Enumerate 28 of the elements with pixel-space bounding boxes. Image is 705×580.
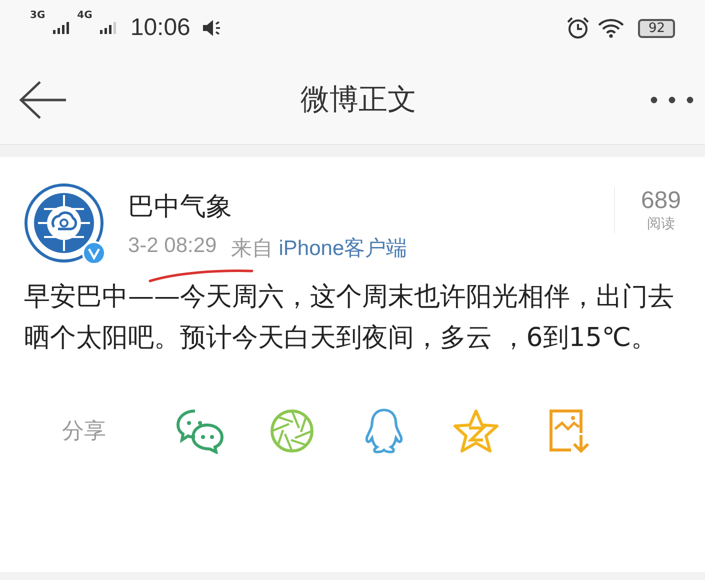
author-name[interactable]: 巴中气象: [128, 189, 614, 224]
share-label: 分享: [62, 418, 107, 446]
clock-time: 10:06: [130, 14, 190, 42]
aperture-icon: [269, 408, 315, 454]
battery-level: 92: [638, 18, 675, 38]
alarm-icon: [566, 16, 590, 40]
penguin-icon: [364, 407, 404, 455]
save-image-icon: [547, 407, 589, 455]
source-prefix: 来自: [230, 236, 273, 262]
avatar-emblem-icon: [24, 183, 104, 263]
more-button[interactable]: [649, 95, 695, 105]
page-title: 微博正文: [300, 81, 416, 118]
network-label: 3G: [30, 10, 46, 21]
more-icon: [649, 95, 695, 105]
source-link[interactable]: iPhone客户端: [278, 234, 408, 262]
wifi-icon: [598, 18, 624, 38]
speaker-icon: [202, 19, 222, 37]
read-label: 阅读: [646, 215, 675, 233]
back-arrow-icon: [18, 80, 68, 120]
read-count: 689: [640, 187, 681, 215]
post-text: 早安巴中——今天周六，这个周末也许阳光相伴，出门去晒个太阳吧。预计今天白天到夜间，多云 ，6到15℃。: [24, 281, 675, 355]
star-icon: [452, 408, 500, 454]
network-label: 4G: [77, 10, 92, 21]
post-date: 3-2 08:29: [128, 234, 217, 259]
signal-icon: [100, 22, 116, 34]
chat-bubbles-icon: [175, 408, 225, 454]
back-button[interactable]: [18, 80, 68, 120]
signal-icon: [53, 22, 70, 34]
